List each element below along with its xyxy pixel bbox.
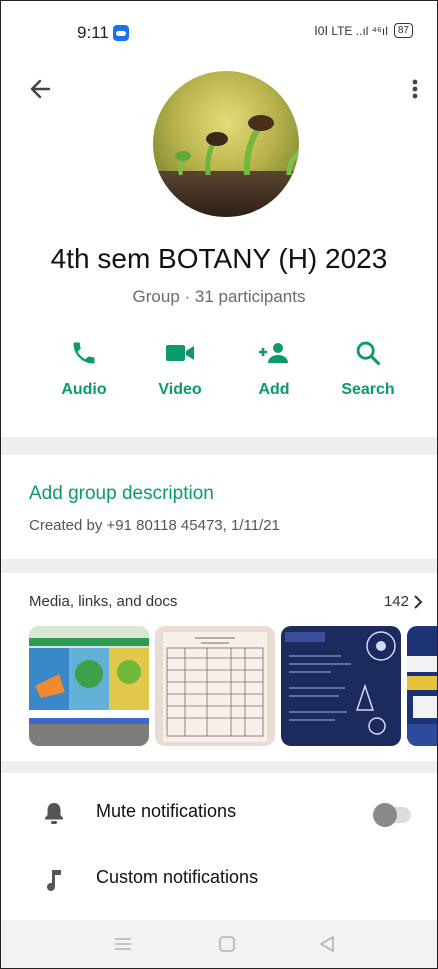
media-thumbnail-mural[interactable] [29, 626, 149, 746]
more-options-icon[interactable] [409, 75, 421, 103]
status-bar: 9:11 Ⅰ0Ⅰ LTE ..ıl ⁴⁶ıl 87 [1, 1, 437, 51]
quick-actions: Audio Video Add Search [1, 339, 437, 419]
search-button[interactable]: Search [323, 339, 413, 399]
media-thumbnail-poster[interactable] [281, 626, 401, 746]
audio-button[interactable]: Audio [39, 339, 129, 399]
add-button[interactable]: Add [229, 339, 319, 399]
battery-icon: 87 [393, 23, 413, 38]
back-nav-icon[interactable] [317, 933, 337, 960]
video-icon [166, 345, 194, 361]
system-navigation-bar [1, 920, 437, 968]
group-avatar[interactable] [153, 71, 299, 217]
search-label: Search [341, 381, 395, 398]
status-time: 9:11 [77, 23, 109, 42]
toggle-knob [373, 803, 397, 827]
audio-label: Audio [61, 381, 107, 398]
status-indicators: Ⅰ0Ⅰ LTE ..ıl ⁴⁶ıl 87 [314, 23, 413, 38]
mute-notifications-row[interactable]: Mute notifications [1, 783, 437, 843]
notification-app-icon [113, 25, 129, 41]
add-group-description-link[interactable]: Add group description [29, 483, 214, 505]
back-arrow-icon[interactable] [27, 75, 55, 103]
custom-notifications-row[interactable]: Custom notifications [1, 849, 437, 909]
section-divider [1, 559, 437, 573]
phone-icon [73, 342, 95, 364]
add-person-icon [259, 343, 288, 363]
video-button[interactable]: Video [135, 339, 225, 399]
menu-nav-icon[interactable] [113, 933, 133, 960]
chevron-right-icon [414, 594, 423, 609]
media-thumbnail-document[interactable] [155, 626, 275, 746]
mute-notifications-toggle[interactable] [373, 803, 411, 827]
section-divider [1, 761, 437, 773]
custom-notifications-label: Custom notifications [96, 867, 259, 887]
video-label: Video [158, 381, 202, 398]
group-participants: Group · 31 participants [132, 287, 306, 306]
add-label: Add [258, 381, 290, 398]
media-count: 142 [383, 593, 409, 610]
created-by-text: Created by +91 80118 45473, 1/11/21 [29, 517, 280, 534]
media-thumbnails [29, 626, 437, 746]
media-links-docs-title[interactable]: Media, links, and docs [29, 593, 177, 610]
mute-notifications-label: Mute notifications [96, 801, 237, 821]
music-note-icon [43, 867, 65, 898]
search-icon [356, 341, 381, 366]
signal-indicators: Ⅰ0Ⅰ LTE ..ıl ⁴⁶ıl [314, 23, 388, 38]
home-nav-icon[interactable] [217, 933, 237, 960]
media-thumbnail-partial[interactable] [407, 626, 437, 746]
section-divider [1, 437, 437, 455]
media-count-link[interactable]: 142 [384, 593, 423, 610]
group-name: 4th sem BOTANY (H) 2023 [50, 243, 388, 274]
app-frame: 9:11 Ⅰ0Ⅰ LTE ..ıl ⁴⁶ıl 87 4th sem BOTANY… [0, 0, 438, 969]
bell-icon [43, 801, 65, 830]
